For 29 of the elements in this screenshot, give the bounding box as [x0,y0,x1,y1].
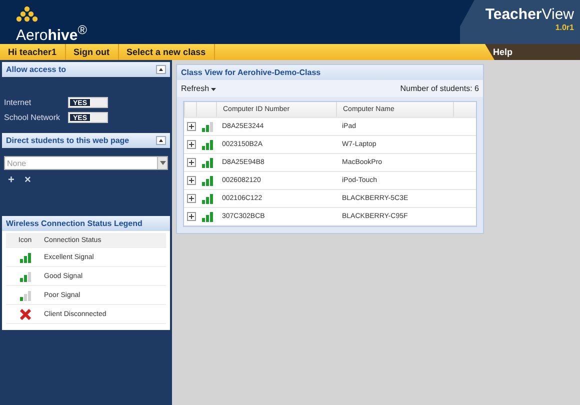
version-label: 1.0r1 [555,23,574,32]
collapse-button[interactable] [156,65,166,74]
refresh-menu[interactable]: Refresh [181,84,216,93]
panel-title: Class View for Aerohive-Demo-Class [177,65,483,80]
brand-logo: Aerohive$^{®}$ [16,22,87,44]
panel-title: Allow access to [6,65,66,74]
add-button[interactable]: + [8,174,14,186]
signal-icon [202,120,213,132]
remove-button[interactable]: × [24,174,31,186]
signal-icon [202,192,213,204]
honeycomb-icon [16,6,38,22]
panel-title: Wireless Connection Status Legend [6,219,142,228]
toggle-label: Internet [4,98,32,107]
dropdown-icon [160,161,166,165]
signal-icon [20,270,30,282]
signal-icon [20,289,30,301]
help-link[interactable]: Help [485,44,580,60]
signal-icon [20,251,30,263]
signal-icon [202,138,213,150]
signal-icon [202,174,213,186]
panel-title: Direct students to this web page [6,136,130,145]
toggle-label: School Network [4,113,62,122]
collapse-button[interactable] [156,136,166,145]
signal-icon [202,210,213,222]
caret-icon [211,88,216,91]
student-count: Number of students: 6 [400,84,479,93]
signal-icon [202,156,213,168]
cross-icon [20,308,30,320]
product-title: TeacherView [485,6,574,23]
